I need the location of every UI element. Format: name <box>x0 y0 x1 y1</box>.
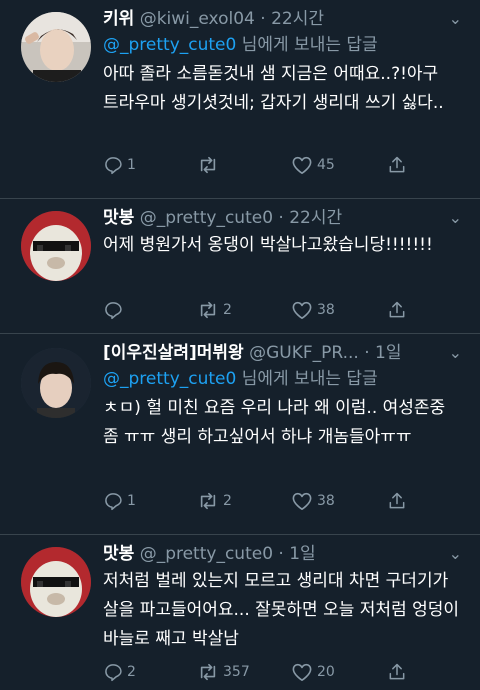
tweet-text: 저처럼 벌레 있는지 모르고 생리대 차면 구더기가 살을 파고들어어요... … <box>103 571 460 649</box>
tweet-actions: 1 2 38 <box>103 488 466 514</box>
mention-link[interactable]: @_pretty_cute0 <box>103 35 236 55</box>
retweet-count: 2 <box>223 302 232 318</box>
reply-icon <box>105 664 122 682</box>
replying-to: @_pretty_cute0 님에게 보내는 답글 <box>103 366 466 394</box>
author-handle[interactable]: @kiwi_exol04 <box>140 9 255 29</box>
author-handle[interactable]: @_pretty_cute0 <box>140 208 273 228</box>
separator: · <box>273 208 290 228</box>
tweet-header: 키위 @kiwi_exol04 · 22시간 ⌄ <box>103 6 466 32</box>
like-icon <box>292 663 312 681</box>
author-handle[interactable]: @GUKF_PR... <box>249 343 359 363</box>
author-name[interactable]: 맛봉 <box>103 544 134 564</box>
replying-to: @_pretty_cute0 님에게 보내는 답글 <box>103 32 466 60</box>
tweet-1[interactable]: 키위 @kiwi_exol04 · 22시간 ⌄ @_pretty_cute0 … <box>0 0 480 198</box>
timestamp[interactable]: 22시간 <box>289 208 342 228</box>
retweet-button[interactable] <box>197 152 223 178</box>
author-name[interactable]: [이우진살려]머뷔왕 <box>103 343 244 363</box>
chevron-down-icon[interactable]: ⌄ <box>449 6 462 32</box>
reply-button[interactable]: 1 <box>103 152 136 178</box>
reply-count: 1 <box>127 493 136 509</box>
replying-suffix: 님에게 보내는 답글 <box>236 35 378 55</box>
timestamp[interactable]: 22시간 <box>271 9 324 29</box>
like-icon <box>292 492 312 510</box>
retweet-count: 357 <box>223 664 250 680</box>
timestamp[interactable]: 1일 <box>375 343 401 363</box>
chevron-down-icon[interactable]: ⌄ <box>449 340 462 366</box>
like-icon <box>292 156 312 174</box>
retweet-icon <box>200 663 216 681</box>
tweet-text: 어제 병원가서 옹댕이 박살나고왔습니당!!!!!!! <box>103 235 433 255</box>
share-button[interactable] <box>387 297 407 323</box>
reply-button[interactable]: 2 <box>103 659 136 685</box>
like-count: 38 <box>317 493 335 509</box>
tweet-thread: 키위 @kiwi_exol04 · 22시간 ⌄ @_pretty_cute0 … <box>0 0 480 690</box>
retweet-icon <box>200 156 216 174</box>
reply-button[interactable]: 1 <box>103 488 136 514</box>
like-count: 45 <box>317 157 335 173</box>
chevron-down-icon[interactable]: ⌄ <box>449 205 462 231</box>
tweet-actions: 2 357 20 <box>103 659 466 685</box>
share-icon <box>389 156 405 173</box>
share-button[interactable] <box>387 659 407 685</box>
reply-icon <box>105 157 122 175</box>
like-button[interactable]: 38 <box>291 488 335 514</box>
retweet-button[interactable]: 2 <box>197 488 232 514</box>
retweet-button[interactable]: 357 <box>197 659 250 685</box>
separator: · <box>254 9 272 29</box>
author-name[interactable]: 맛봉 <box>103 208 134 228</box>
avatar[interactable] <box>21 348 91 418</box>
separator: · <box>358 343 376 363</box>
like-button[interactable]: 45 <box>291 152 335 178</box>
tweet-header: [이우진살려]머뷔왕 @GUKF_PR... · 1일 ⌄ <box>103 340 466 366</box>
tweet-4[interactable]: 맛봉 @_pretty_cute0 · 1일 ⌄ 저처럼 벌레 있는지 모르고 … <box>0 535 480 690</box>
replying-suffix: 님에게 보내는 답글 <box>236 369 378 389</box>
tweet-actions: 2 38 <box>103 297 466 323</box>
avatar[interactable] <box>21 547 91 617</box>
share-button[interactable] <box>387 152 407 178</box>
tweet-2[interactable]: 맛봉 @_pretty_cute0 · 22시간 ⌄ 어제 병원가서 옹댕이 박… <box>0 199 480 333</box>
reply-button[interactable] <box>103 297 127 323</box>
separator: · <box>273 544 290 564</box>
tweet-text: ㅊㅁ) 헐 미친 요즘 우리 나라 왜 이럼.. 여성존중 좀 ㅠㅠ 생리 하고… <box>103 398 446 447</box>
tweet-header: 맛봉 @_pretty_cute0 · 22시간 ⌄ <box>103 205 466 231</box>
mention-link[interactable]: @_pretty_cute0 <box>103 369 236 389</box>
timestamp[interactable]: 1일 <box>289 544 315 564</box>
retweet-icon <box>200 492 216 510</box>
like-count: 20 <box>317 664 335 680</box>
share-button[interactable] <box>387 488 407 514</box>
tweet-header: 맛봉 @_pretty_cute0 · 1일 ⌄ <box>103 541 466 567</box>
retweet-icon <box>200 301 216 319</box>
like-button[interactable]: 38 <box>291 297 335 323</box>
tweet-actions: 1 45 <box>103 152 466 178</box>
reply-icon <box>105 493 122 511</box>
reply-count: 2 <box>127 664 136 680</box>
like-icon <box>292 301 312 319</box>
share-icon <box>389 301 405 318</box>
share-icon <box>389 663 405 680</box>
retweet-count: 2 <box>223 493 232 509</box>
avatar[interactable] <box>21 211 91 281</box>
share-icon <box>389 492 405 509</box>
reply-icon <box>105 302 122 320</box>
like-count: 38 <box>317 302 335 318</box>
chevron-down-icon[interactable]: ⌄ <box>449 541 462 567</box>
retweet-button[interactable]: 2 <box>197 297 232 323</box>
author-handle[interactable]: @_pretty_cute0 <box>140 544 273 564</box>
tweet-3[interactable]: [이우진살려]머뷔왕 @GUKF_PR... · 1일 ⌄ @_pretty_c… <box>0 334 480 534</box>
author-name[interactable]: 키위 <box>103 9 134 29</box>
reply-count: 1 <box>127 157 136 173</box>
like-button[interactable]: 20 <box>291 659 335 685</box>
tweet-text: 아따 졸라 소름돋것내 샘 지금은 어때요..?!아구 트라우마 생기셧것네; … <box>103 64 444 113</box>
avatar[interactable] <box>21 12 91 82</box>
